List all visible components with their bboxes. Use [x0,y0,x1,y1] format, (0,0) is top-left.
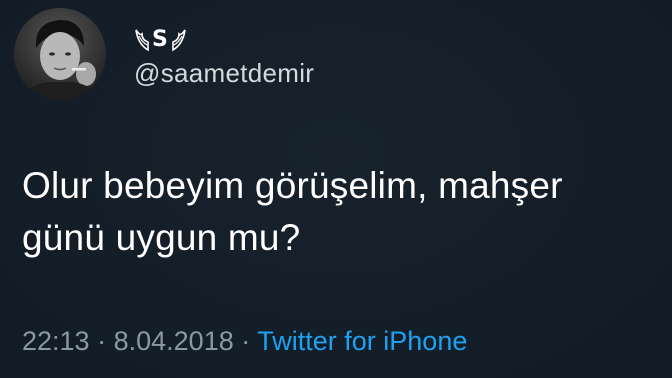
tweet-meta: 22:13 · 8.04.2018 · Twitter for iPhone [22,326,467,357]
tweet-card: S @saametdemir Olur bebeyim görüşelim, m… [0,0,672,378]
user-handle[interactable]: @saametdemir [134,58,314,89]
meta-separator: · [97,326,107,356]
avatar[interactable] [14,8,106,100]
tweet-date[interactable]: 8.04.2018 [114,326,234,356]
tweet-time[interactable]: 22:13 [22,326,90,356]
display-name[interactable]: S [134,22,187,56]
left-wing-icon [135,29,149,52]
meta-separator: · [241,326,251,356]
tweet-text-line: günü uygun mu? [22,217,301,258]
tweet-text: Olur bebeyim görüşelim, mahşer günü uygu… [22,160,652,264]
display-name-text: S [152,26,169,52]
right-wing-icon [172,29,186,52]
tweet-source-link[interactable]: Twitter for iPhone [257,326,467,356]
tweet-text-line: Olur bebeyim görüşelim, mahşer [22,165,563,206]
